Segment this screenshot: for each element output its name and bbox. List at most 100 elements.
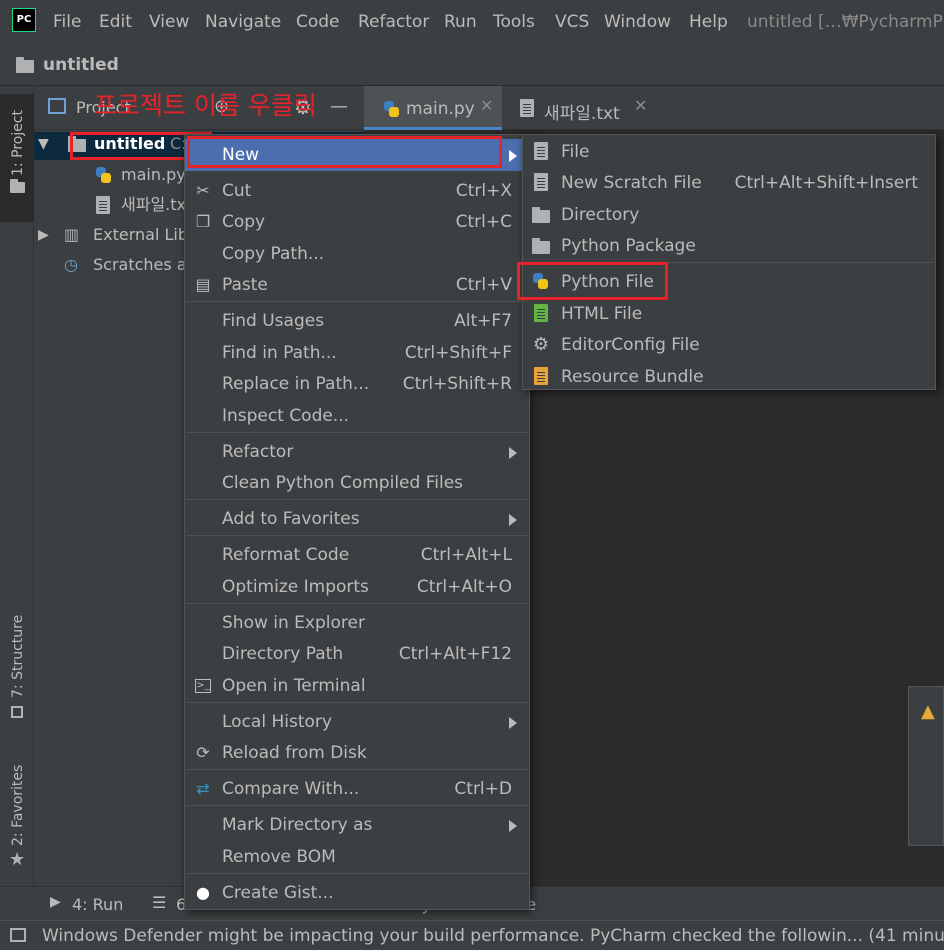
tree-item-label: Scratches a <box>93 255 187 274</box>
menu-item-label: Reload from Disk <box>222 743 367 763</box>
menu-item-label: Directory <box>561 205 640 225</box>
copy-icon: ❐ <box>195 212 211 231</box>
close-icon[interactable]: ✕ <box>634 96 647 115</box>
pycharm-logo-icon: PC <box>12 8 36 32</box>
menu-item-label: Directory Path <box>222 644 344 664</box>
menu-item-local-history[interactable]: Local History <box>185 706 529 738</box>
menu-help[interactable]: Help <box>689 12 728 32</box>
submenu-item-file[interactable]: File <box>523 136 935 168</box>
menu-separator <box>186 499 528 500</box>
menu-item-refactor[interactable]: Refactor <box>185 436 529 468</box>
menu-item-find-in-path[interactable]: Find in Path... Ctrl+Shift+F <box>185 337 529 369</box>
menu-refactor[interactable]: Refactor <box>358 12 429 32</box>
favorites-tab-label[interactable]: 2: Favorites <box>10 765 26 846</box>
submenu-item-scratch-file[interactable]: New Scratch File Ctrl+Alt+Shift+Insert <box>523 167 935 199</box>
menu-item-copy-path[interactable]: Copy Path... <box>185 238 529 270</box>
menu-item-label: Mark Directory as <box>222 815 373 835</box>
menu-item-reformat-code[interactable]: Reformat Code Ctrl+Alt+L <box>185 539 529 571</box>
menu-item-label: Local History <box>222 712 332 732</box>
menu-item-label: Replace in Path... <box>222 374 370 394</box>
close-icon[interactable]: ✕ <box>480 96 493 115</box>
menu-item-directory-path[interactable]: Directory Path Ctrl+Alt+F12 <box>185 638 529 670</box>
annotation-text: 프로젝트 이름 우클릭 <box>94 91 317 120</box>
package-icon <box>531 236 551 256</box>
menu-run[interactable]: Run <box>444 12 477 32</box>
menu-item-shortcut: Ctrl+Shift+R <box>402 374 512 394</box>
left-tool-strip: 1: Project 7: Structure 2: Favorites ★ <box>0 86 34 886</box>
libraries-icon: ▥ <box>64 225 80 244</box>
tree-item-label: External Lib <box>93 225 188 244</box>
menu-item-shortcut: Ctrl+Shift+F <box>404 343 512 363</box>
submenu-item-python-package[interactable]: Python Package <box>523 230 935 262</box>
menu-item-label: Add to Favorites <box>222 509 360 529</box>
project-tab-label: 1: Project <box>10 110 26 176</box>
hide-icon[interactable]: — <box>330 96 348 117</box>
menu-item-label: EditorConfig File <box>561 335 700 355</box>
menu-file[interactable]: File <box>53 12 81 32</box>
todo-icon: ☰ <box>152 893 167 912</box>
text-file-icon <box>96 196 110 214</box>
menu-item-clean-python[interactable]: Clean Python Compiled Files <box>185 467 529 499</box>
tab-txt[interactable]: 새파일.txt ✕ <box>504 86 654 130</box>
structure-icon <box>11 706 23 718</box>
menu-item-shortcut: Ctrl+Alt+F12 <box>398 644 512 664</box>
submenu-item-directory[interactable]: Directory <box>523 199 935 231</box>
run-tool-button[interactable]: 4: Run <box>72 895 123 914</box>
terminal-icon: >_ <box>195 679 211 693</box>
menu-item-label: Cut <box>222 181 252 201</box>
menu-vcs[interactable]: VCS <box>555 12 589 32</box>
menu-edit[interactable]: Edit <box>99 12 132 32</box>
status-message[interactable]: Windows Defender might be impacting your… <box>42 926 944 946</box>
menu-item-label: Copy Path... <box>222 244 325 264</box>
editor-tabs: main.py ✕ 새파일.txt ✕ <box>364 86 944 130</box>
menu-item-shortcut: Ctrl+Alt+L <box>420 545 512 565</box>
menu-item-label: Copy <box>222 212 266 232</box>
breadcrumb-project[interactable]: untitled <box>43 55 119 75</box>
status-bar: Windows Defender might be impacting your… <box>0 920 944 950</box>
resource-bundle-icon <box>531 367 551 387</box>
annotation-box-python-file <box>517 262 668 300</box>
structure-tab-label[interactable]: 7: Structure <box>10 615 26 698</box>
submenu-arrow-icon <box>509 820 517 832</box>
annotation-box-new <box>187 136 502 168</box>
menu-item-open-terminal[interactable]: >_ Open in Terminal <box>185 670 529 702</box>
menu-navigate[interactable]: Navigate <box>205 12 281 32</box>
menu-item-copy[interactable]: ❐ Copy Ctrl+C <box>185 206 529 238</box>
menu-item-replace-in-path[interactable]: Replace in Path... Ctrl+Shift+R <box>185 368 529 400</box>
tree-item-label: main.py <box>121 165 186 184</box>
submenu-item-resource-bundle[interactable]: Resource Bundle <box>523 361 935 393</box>
menu-item-mark-directory[interactable]: Mark Directory as <box>185 809 529 841</box>
menu-item-reload-disk[interactable]: ⟳ Reload from Disk <box>185 737 529 769</box>
folder-icon <box>16 57 34 73</box>
menu-code[interactable]: Code <box>296 12 340 32</box>
menu-window[interactable]: Window <box>604 12 671 32</box>
menu-item-show-explorer[interactable]: Show in Explorer <box>185 607 529 639</box>
menu-item-remove-bom[interactable]: Remove BOM <box>185 841 529 873</box>
menu-separator <box>186 432 528 433</box>
menu-item-compare-with[interactable]: ⇄ Compare With... Ctrl+D <box>185 773 529 805</box>
menu-item-label: Remove BOM <box>222 847 336 867</box>
notification-balloon[interactable]: ▲ <box>908 686 944 846</box>
tool-windows-icon[interactable] <box>10 928 26 942</box>
menu-item-add-favorites[interactable]: Add to Favorites <box>185 503 529 535</box>
gear-icon: ⚙ <box>532 334 550 355</box>
menu-item-label: Create Gist... <box>222 883 334 903</box>
menu-item-shortcut: Ctrl+C <box>455 212 512 232</box>
menu-item-inspect-code[interactable]: Inspect Code... <box>185 400 529 432</box>
menu-tools[interactable]: Tools <box>493 12 535 32</box>
navigation-bar: untitled <box>0 46 944 86</box>
menu-item-create-gist[interactable]: ● Create Gist... <box>185 877 529 909</box>
menu-item-optimize-imports[interactable]: Optimize Imports Ctrl+Alt+O <box>185 571 529 603</box>
submenu-arrow-icon <box>509 150 517 162</box>
menu-item-cut[interactable]: ✂ Cut Ctrl+X <box>185 175 529 207</box>
tab-main-py[interactable]: main.py ✕ <box>364 86 502 130</box>
menu-view[interactable]: View <box>149 12 189 32</box>
submenu-item-editorconfig[interactable]: ⚙ EditorConfig File <box>523 329 935 361</box>
submenu-item-html-file[interactable]: HTML File <box>523 298 935 330</box>
menu-separator <box>186 873 528 874</box>
reload-icon: ⟳ <box>196 743 210 762</box>
warning-icon: ▲ <box>921 701 935 722</box>
menu-item-find-usages[interactable]: Find Usages Alt+F7 <box>185 305 529 337</box>
python-file-icon <box>382 100 400 118</box>
menu-item-paste[interactable]: ▤ Paste Ctrl+V <box>185 269 529 301</box>
